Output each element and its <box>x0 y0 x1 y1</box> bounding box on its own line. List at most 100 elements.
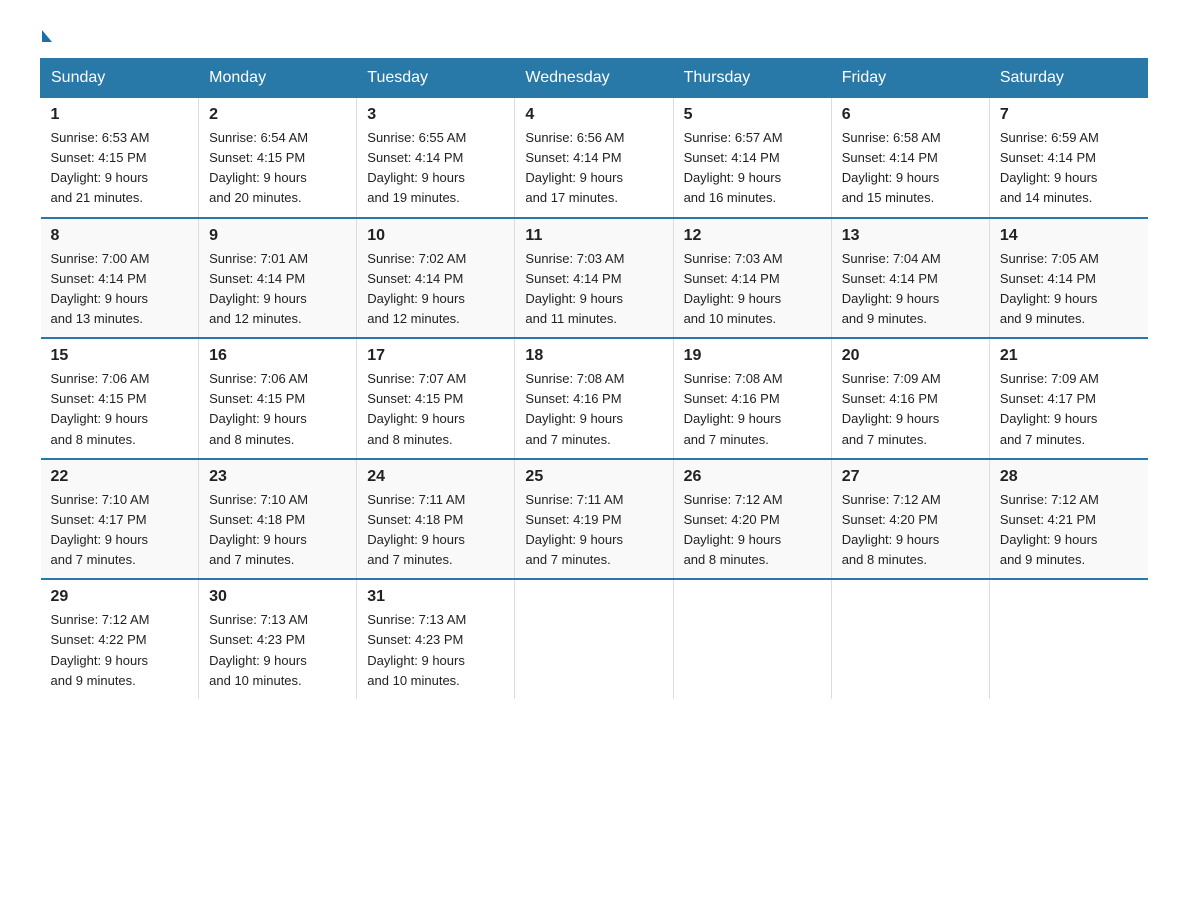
header-thursday: Thursday <box>673 59 831 98</box>
day-info: Sunrise: 6:55 AMSunset: 4:14 PMDaylight:… <box>367 130 466 205</box>
day-info: Sunrise: 7:13 AMSunset: 4:23 PMDaylight:… <box>209 612 308 687</box>
day-info: Sunrise: 6:54 AMSunset: 4:15 PMDaylight:… <box>209 130 308 205</box>
day-number: 6 <box>842 106 979 124</box>
day-info: Sunrise: 7:12 AMSunset: 4:22 PMDaylight:… <box>51 612 150 687</box>
calendar-cell: 1 Sunrise: 6:53 AMSunset: 4:15 PMDayligh… <box>41 98 199 218</box>
day-info: Sunrise: 7:09 AMSunset: 4:16 PMDaylight:… <box>842 371 941 446</box>
week-row-2: 8 Sunrise: 7:00 AMSunset: 4:14 PMDayligh… <box>41 218 1148 339</box>
calendar-cell: 7 Sunrise: 6:59 AMSunset: 4:14 PMDayligh… <box>989 98 1147 218</box>
day-info: Sunrise: 6:53 AMSunset: 4:15 PMDaylight:… <box>51 130 150 205</box>
day-number: 9 <box>209 227 346 245</box>
day-info: Sunrise: 7:12 AMSunset: 4:20 PMDaylight:… <box>842 492 941 567</box>
day-number: 10 <box>367 227 504 245</box>
day-info: Sunrise: 6:57 AMSunset: 4:14 PMDaylight:… <box>684 130 783 205</box>
calendar-cell: 16 Sunrise: 7:06 AMSunset: 4:15 PMDaylig… <box>199 338 357 459</box>
day-number: 18 <box>525 347 662 365</box>
day-number: 23 <box>209 468 346 486</box>
calendar-cell: 9 Sunrise: 7:01 AMSunset: 4:14 PMDayligh… <box>199 218 357 339</box>
day-number: 11 <box>525 227 662 245</box>
header-friday: Friday <box>831 59 989 98</box>
day-number: 28 <box>1000 468 1138 486</box>
day-info: Sunrise: 7:06 AMSunset: 4:15 PMDaylight:… <box>209 371 308 446</box>
calendar-cell: 12 Sunrise: 7:03 AMSunset: 4:14 PMDaylig… <box>673 218 831 339</box>
day-info: Sunrise: 6:59 AMSunset: 4:14 PMDaylight:… <box>1000 130 1099 205</box>
calendar-cell: 8 Sunrise: 7:00 AMSunset: 4:14 PMDayligh… <box>41 218 199 339</box>
day-info: Sunrise: 7:11 AMSunset: 4:19 PMDaylight:… <box>525 492 623 567</box>
calendar-cell: 6 Sunrise: 6:58 AMSunset: 4:14 PMDayligh… <box>831 98 989 218</box>
day-info: Sunrise: 7:09 AMSunset: 4:17 PMDaylight:… <box>1000 371 1099 446</box>
logo <box>40 30 54 38</box>
calendar-cell: 24 Sunrise: 7:11 AMSunset: 4:18 PMDaylig… <box>357 459 515 580</box>
calendar-cell: 14 Sunrise: 7:05 AMSunset: 4:14 PMDaylig… <box>989 218 1147 339</box>
day-info: Sunrise: 7:12 AMSunset: 4:21 PMDaylight:… <box>1000 492 1099 567</box>
calendar-cell: 15 Sunrise: 7:06 AMSunset: 4:15 PMDaylig… <box>41 338 199 459</box>
calendar-cell: 28 Sunrise: 7:12 AMSunset: 4:21 PMDaylig… <box>989 459 1147 580</box>
header-tuesday: Tuesday <box>357 59 515 98</box>
calendar-header-row: SundayMondayTuesdayWednesdayThursdayFrid… <box>41 59 1148 98</box>
day-info: Sunrise: 7:01 AMSunset: 4:14 PMDaylight:… <box>209 251 308 326</box>
day-info: Sunrise: 7:10 AMSunset: 4:17 PMDaylight:… <box>51 492 150 567</box>
calendar-cell: 22 Sunrise: 7:10 AMSunset: 4:17 PMDaylig… <box>41 459 199 580</box>
calendar-cell: 11 Sunrise: 7:03 AMSunset: 4:14 PMDaylig… <box>515 218 673 339</box>
week-row-5: 29 Sunrise: 7:12 AMSunset: 4:22 PMDaylig… <box>41 579 1148 699</box>
calendar-cell: 21 Sunrise: 7:09 AMSunset: 4:17 PMDaylig… <box>989 338 1147 459</box>
calendar-cell: 5 Sunrise: 6:57 AMSunset: 4:14 PMDayligh… <box>673 98 831 218</box>
calendar-cell: 23 Sunrise: 7:10 AMSunset: 4:18 PMDaylig… <box>199 459 357 580</box>
calendar-cell <box>989 579 1147 699</box>
day-number: 24 <box>367 468 504 486</box>
week-row-1: 1 Sunrise: 6:53 AMSunset: 4:15 PMDayligh… <box>41 98 1148 218</box>
day-info: Sunrise: 7:07 AMSunset: 4:15 PMDaylight:… <box>367 371 466 446</box>
calendar-cell <box>515 579 673 699</box>
calendar-cell: 19 Sunrise: 7:08 AMSunset: 4:16 PMDaylig… <box>673 338 831 459</box>
day-number: 31 <box>367 588 504 606</box>
page-header <box>40 30 1148 38</box>
day-number: 4 <box>525 106 662 124</box>
day-number: 27 <box>842 468 979 486</box>
week-row-3: 15 Sunrise: 7:06 AMSunset: 4:15 PMDaylig… <box>41 338 1148 459</box>
day-number: 2 <box>209 106 346 124</box>
calendar-cell: 4 Sunrise: 6:56 AMSunset: 4:14 PMDayligh… <box>515 98 673 218</box>
day-number: 30 <box>209 588 346 606</box>
header-monday: Monday <box>199 59 357 98</box>
day-info: Sunrise: 7:10 AMSunset: 4:18 PMDaylight:… <box>209 492 308 567</box>
day-number: 12 <box>684 227 821 245</box>
header-sunday: Sunday <box>41 59 199 98</box>
day-number: 16 <box>209 347 346 365</box>
calendar-cell: 27 Sunrise: 7:12 AMSunset: 4:20 PMDaylig… <box>831 459 989 580</box>
calendar-cell: 18 Sunrise: 7:08 AMSunset: 4:16 PMDaylig… <box>515 338 673 459</box>
day-info: Sunrise: 7:08 AMSunset: 4:16 PMDaylight:… <box>525 371 624 446</box>
logo-arrow-icon <box>42 30 52 42</box>
day-info: Sunrise: 7:06 AMSunset: 4:15 PMDaylight:… <box>51 371 150 446</box>
day-info: Sunrise: 7:12 AMSunset: 4:20 PMDaylight:… <box>684 492 783 567</box>
day-number: 1 <box>51 106 189 124</box>
calendar-cell: 13 Sunrise: 7:04 AMSunset: 4:14 PMDaylig… <box>831 218 989 339</box>
day-number: 15 <box>51 347 189 365</box>
calendar-cell: 2 Sunrise: 6:54 AMSunset: 4:15 PMDayligh… <box>199 98 357 218</box>
day-number: 29 <box>51 588 189 606</box>
calendar-cell <box>831 579 989 699</box>
day-number: 14 <box>1000 227 1138 245</box>
week-row-4: 22 Sunrise: 7:10 AMSunset: 4:17 PMDaylig… <box>41 459 1148 580</box>
calendar-cell: 17 Sunrise: 7:07 AMSunset: 4:15 PMDaylig… <box>357 338 515 459</box>
day-number: 26 <box>684 468 821 486</box>
day-number: 17 <box>367 347 504 365</box>
calendar-cell: 31 Sunrise: 7:13 AMSunset: 4:23 PMDaylig… <box>357 579 515 699</box>
day-number: 19 <box>684 347 821 365</box>
day-info: Sunrise: 7:03 AMSunset: 4:14 PMDaylight:… <box>525 251 624 326</box>
header-saturday: Saturday <box>989 59 1147 98</box>
calendar-table: SundayMondayTuesdayWednesdayThursdayFrid… <box>40 58 1148 699</box>
day-info: Sunrise: 7:02 AMSunset: 4:14 PMDaylight:… <box>367 251 466 326</box>
day-number: 7 <box>1000 106 1138 124</box>
day-info: Sunrise: 7:11 AMSunset: 4:18 PMDaylight:… <box>367 492 465 567</box>
calendar-cell: 3 Sunrise: 6:55 AMSunset: 4:14 PMDayligh… <box>357 98 515 218</box>
day-info: Sunrise: 6:56 AMSunset: 4:14 PMDaylight:… <box>525 130 624 205</box>
day-number: 3 <box>367 106 504 124</box>
day-number: 21 <box>1000 347 1138 365</box>
calendar-cell: 30 Sunrise: 7:13 AMSunset: 4:23 PMDaylig… <box>199 579 357 699</box>
day-info: Sunrise: 7:00 AMSunset: 4:14 PMDaylight:… <box>51 251 150 326</box>
calendar-cell: 25 Sunrise: 7:11 AMSunset: 4:19 PMDaylig… <box>515 459 673 580</box>
day-info: Sunrise: 7:13 AMSunset: 4:23 PMDaylight:… <box>367 612 466 687</box>
day-number: 13 <box>842 227 979 245</box>
calendar-cell: 29 Sunrise: 7:12 AMSunset: 4:22 PMDaylig… <box>41 579 199 699</box>
day-info: Sunrise: 7:05 AMSunset: 4:14 PMDaylight:… <box>1000 251 1099 326</box>
